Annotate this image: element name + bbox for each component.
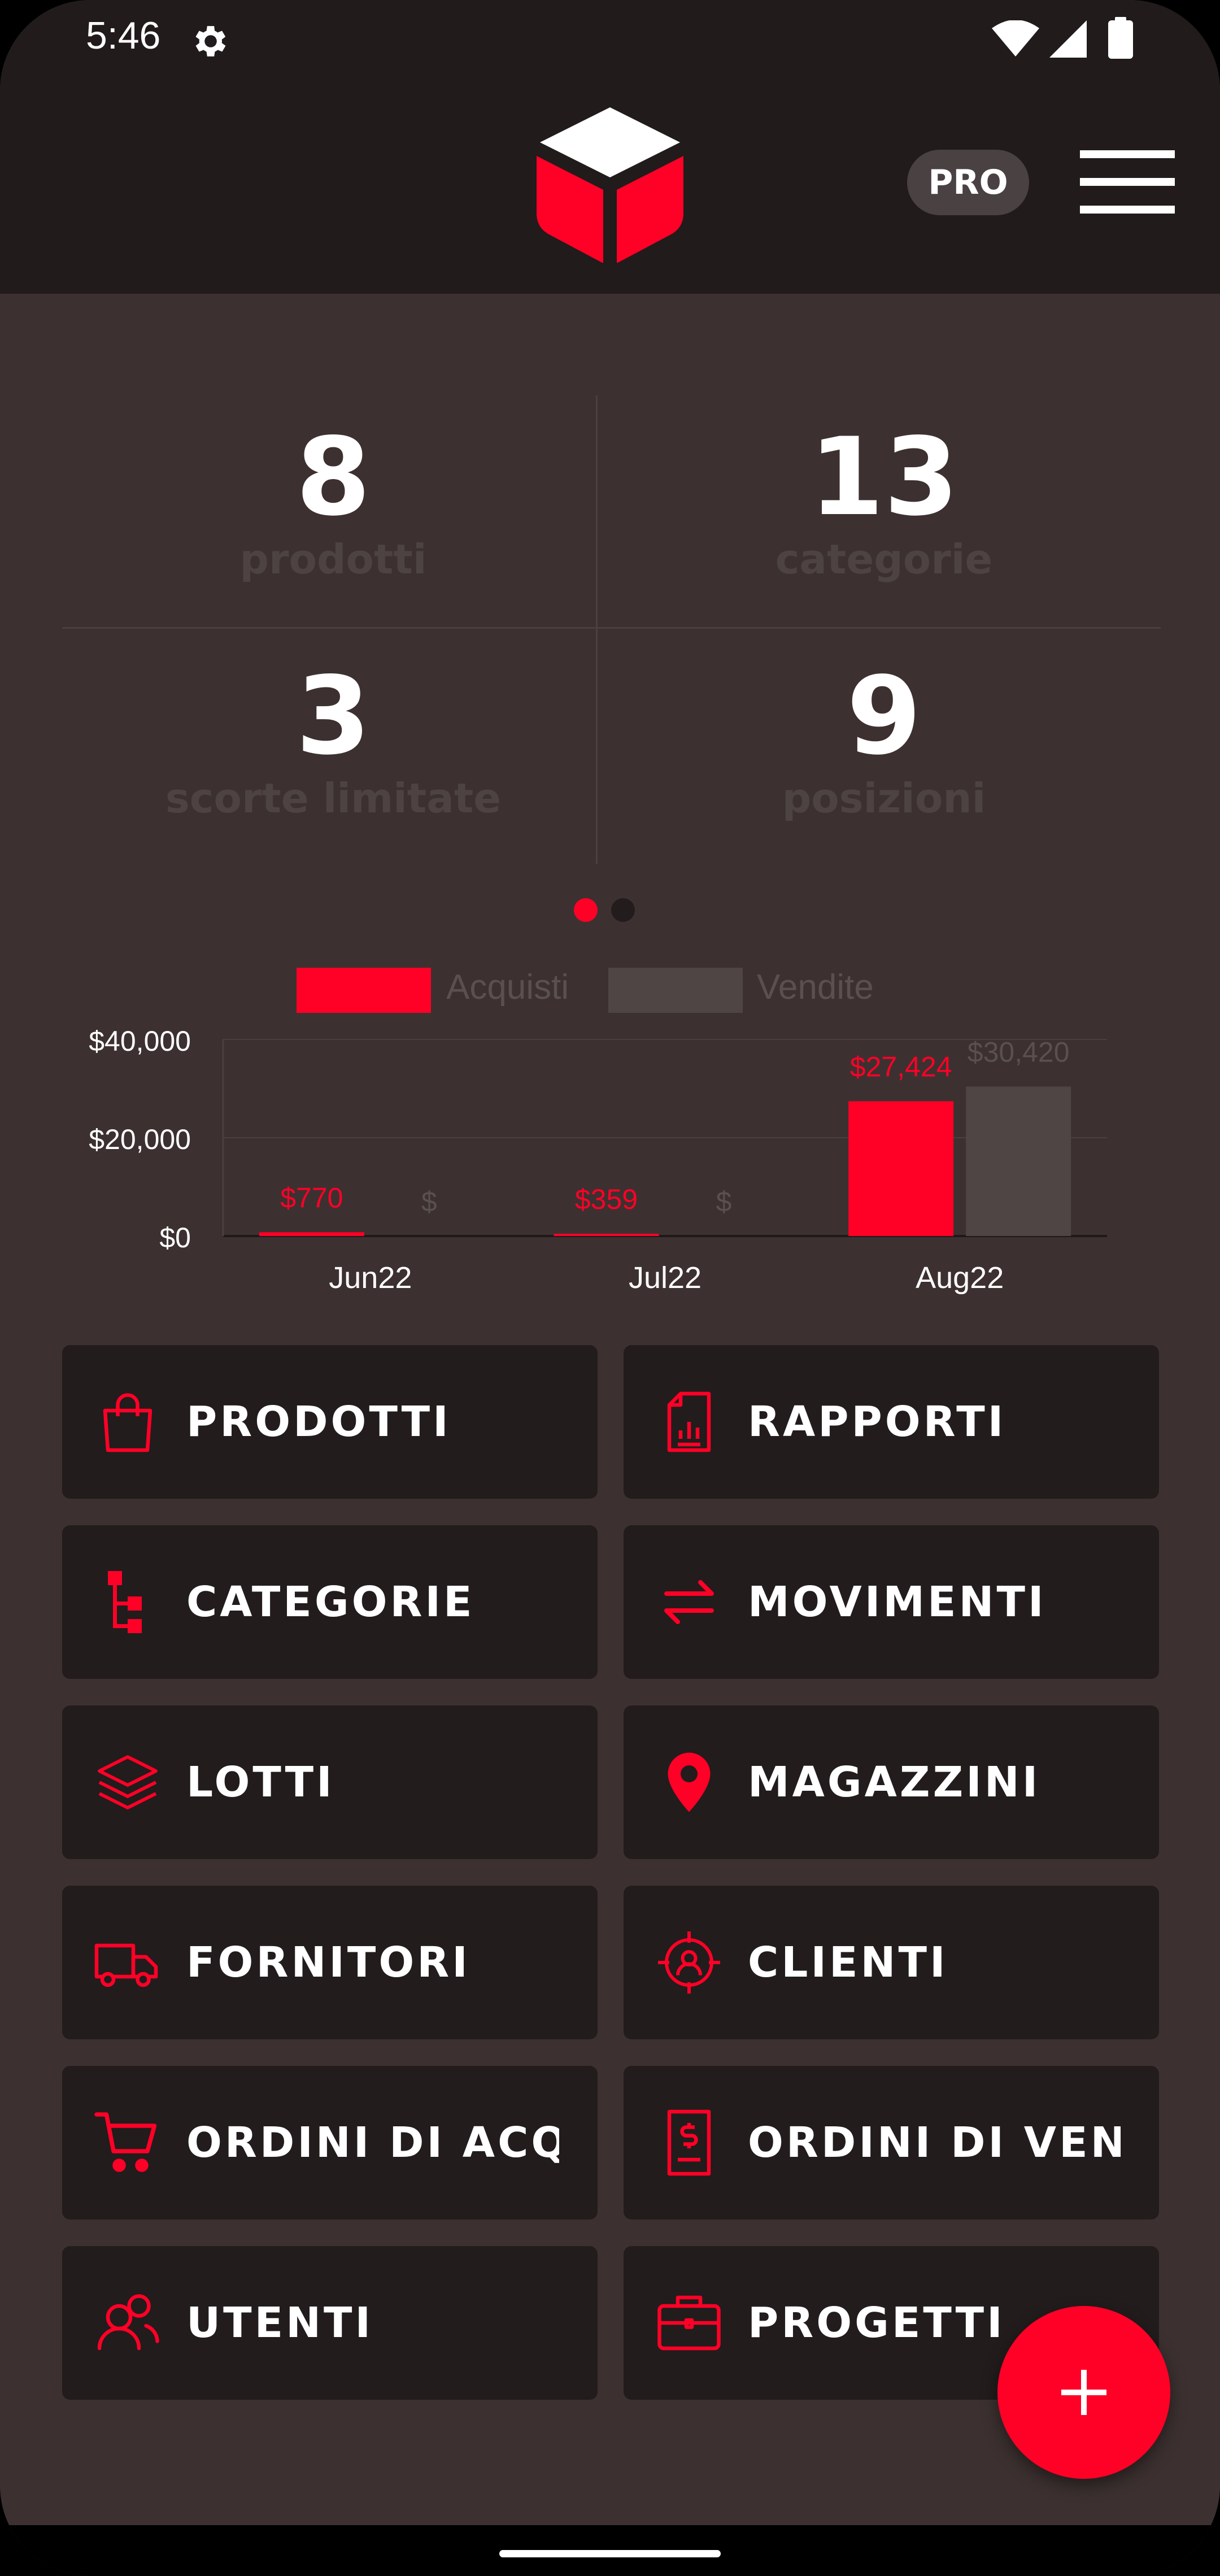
shopping-bag-icon — [103, 1393, 152, 1452]
menu-tile-ordini-di-acquisto[interactable]: ORDINI DI ACQUISTO — [62, 2066, 598, 2220]
menu-tile-prodotti[interactable]: PRODOTTI — [62, 1345, 598, 1499]
app-screen: 5:46 PRO 8 prodotti 13 categorie 3 scort… — [0, 0, 1220, 2576]
stat-scorte-limitate[interactable]: 3 scorte limitate — [56, 660, 610, 824]
menu-tile-label: MAGAZZINI — [748, 1758, 1041, 1807]
menu-tile-magazzini[interactable]: MAGAZZINI — [624, 1705, 1159, 1859]
menu-tile-rapporti[interactable]: RAPPORTI — [624, 1345, 1159, 1499]
menu-tile-label: FORNITORI — [186, 1938, 470, 1987]
menu-tile-categorie[interactable]: CATEGORIE — [62, 1525, 598, 1679]
menu-tile-movimenti[interactable]: MOVIMENTI — [624, 1525, 1159, 1679]
x-tick-label: Jul22 — [629, 1261, 702, 1295]
transfer-arrows-icon — [664, 1580, 714, 1624]
settings-icon — [195, 26, 226, 56]
status-time: 5:46 — [86, 14, 161, 57]
menu-tile-lotti[interactable]: LOTTI — [62, 1705, 598, 1859]
menu-tile-label: RAPPORTI — [748, 1398, 1006, 1446]
bar-data-label: $ — [716, 1186, 732, 1217]
bar-data-label: $359 — [575, 1183, 638, 1215]
stat-value: 8 — [295, 415, 371, 539]
stat-value: 9 — [846, 654, 922, 778]
truck-icon — [94, 1943, 158, 1987]
bar-chart: $40,000 $20,000 $0 $770 $ Jun22 $359 $ Jul22 $27,… — [89, 1025, 1107, 1295]
y-tick-label: $40,000 — [89, 1025, 191, 1057]
bar-data-label: $ — [421, 1186, 437, 1217]
report-icon — [667, 1391, 711, 1452]
home-gesture-handle[interactable] — [499, 2550, 721, 2557]
x-tick-label: Jun22 — [329, 1261, 412, 1295]
menu-tile-label: CLIENTI — [748, 1938, 948, 1987]
stat-label: scorte limitate — [165, 774, 502, 822]
briefcase-icon — [657, 2295, 721, 2351]
y-tick-label: $20,000 — [89, 1124, 191, 1155]
menu-tile-label: ORDINI DI ACQUISTO — [186, 2118, 559, 2167]
stat-categorie[interactable]: 13 categorie — [607, 421, 1161, 585]
legend-label-vendite: Vendite — [757, 968, 874, 1007]
menu-tile-ordini-di-vendita[interactable]: ORDINI DI VENDITA — [624, 2066, 1159, 2220]
y-tick-label: $0 — [159, 1222, 191, 1254]
menu-tile-label: UTENTI — [186, 2299, 374, 2347]
app-logo-cube-icon — [537, 107, 683, 263]
category-tree-icon — [108, 1571, 142, 1633]
stat-label: prodotti — [239, 536, 427, 583]
stat-posizioni[interactable]: 9 posizioni — [607, 660, 1161, 824]
wifi-icon — [992, 20, 1039, 56]
stat-value: 3 — [295, 654, 371, 778]
legend-label-acquisti: Acquisti — [446, 968, 569, 1007]
bar-data-label: $27,424 — [850, 1051, 952, 1082]
bar-data-label: $770 — [280, 1182, 343, 1213]
customer-target-icon — [658, 1931, 720, 1994]
bar-acquisti — [848, 1101, 954, 1236]
stats-divider-horizontal — [62, 627, 1161, 629]
add-fab-button[interactable] — [997, 2306, 1170, 2479]
x-tick-label: Aug22 — [916, 1261, 1004, 1295]
menu-tile-label: CATEGORIE — [186, 1578, 475, 1626]
menu-tile-label: PRODOTTI — [186, 1398, 451, 1446]
users-icon — [97, 2294, 159, 2351]
status-bar: 5:46 — [0, 0, 1220, 79]
stat-label: categorie — [775, 536, 993, 583]
hamburger-menu-icon[interactable] — [1080, 149, 1175, 215]
bar-acquisti — [554, 1234, 659, 1236]
menu-tile-fornitori[interactable]: FORNITORI — [62, 1886, 598, 2039]
stat-value: 13 — [809, 415, 959, 539]
bar-acquisti — [259, 1232, 364, 1236]
invoice-icon — [667, 2109, 711, 2176]
stat-label: posizioni — [782, 774, 986, 822]
bar-data-label: $30,420 — [968, 1036, 1070, 1068]
cellular-signal-icon — [1049, 20, 1087, 58]
menu-tile-clienti[interactable]: CLIENTI — [624, 1886, 1159, 2039]
menu-tile-label: LOTTI — [186, 1758, 335, 1807]
layers-icon — [98, 1755, 158, 1809]
bar-vendite — [966, 1086, 1071, 1236]
pro-badge[interactable]: PRO — [907, 150, 1029, 215]
menu-tile-label: MOVIMENTI — [748, 1578, 1047, 1626]
plus-icon — [1061, 2370, 1106, 2415]
cart-icon — [94, 2112, 157, 2172]
menu-tile-label: ORDINI DI VENDITA — [748, 2118, 1121, 2167]
menu-tile-utenti[interactable]: UTENTI — [62, 2246, 598, 2400]
stat-prodotti[interactable]: 8 prodotti — [56, 421, 610, 585]
pager-dot[interactable] — [611, 898, 635, 922]
location-pin-icon — [668, 1752, 711, 1812]
battery-icon — [1108, 17, 1133, 59]
pager-dot-active[interactable] — [574, 898, 598, 922]
